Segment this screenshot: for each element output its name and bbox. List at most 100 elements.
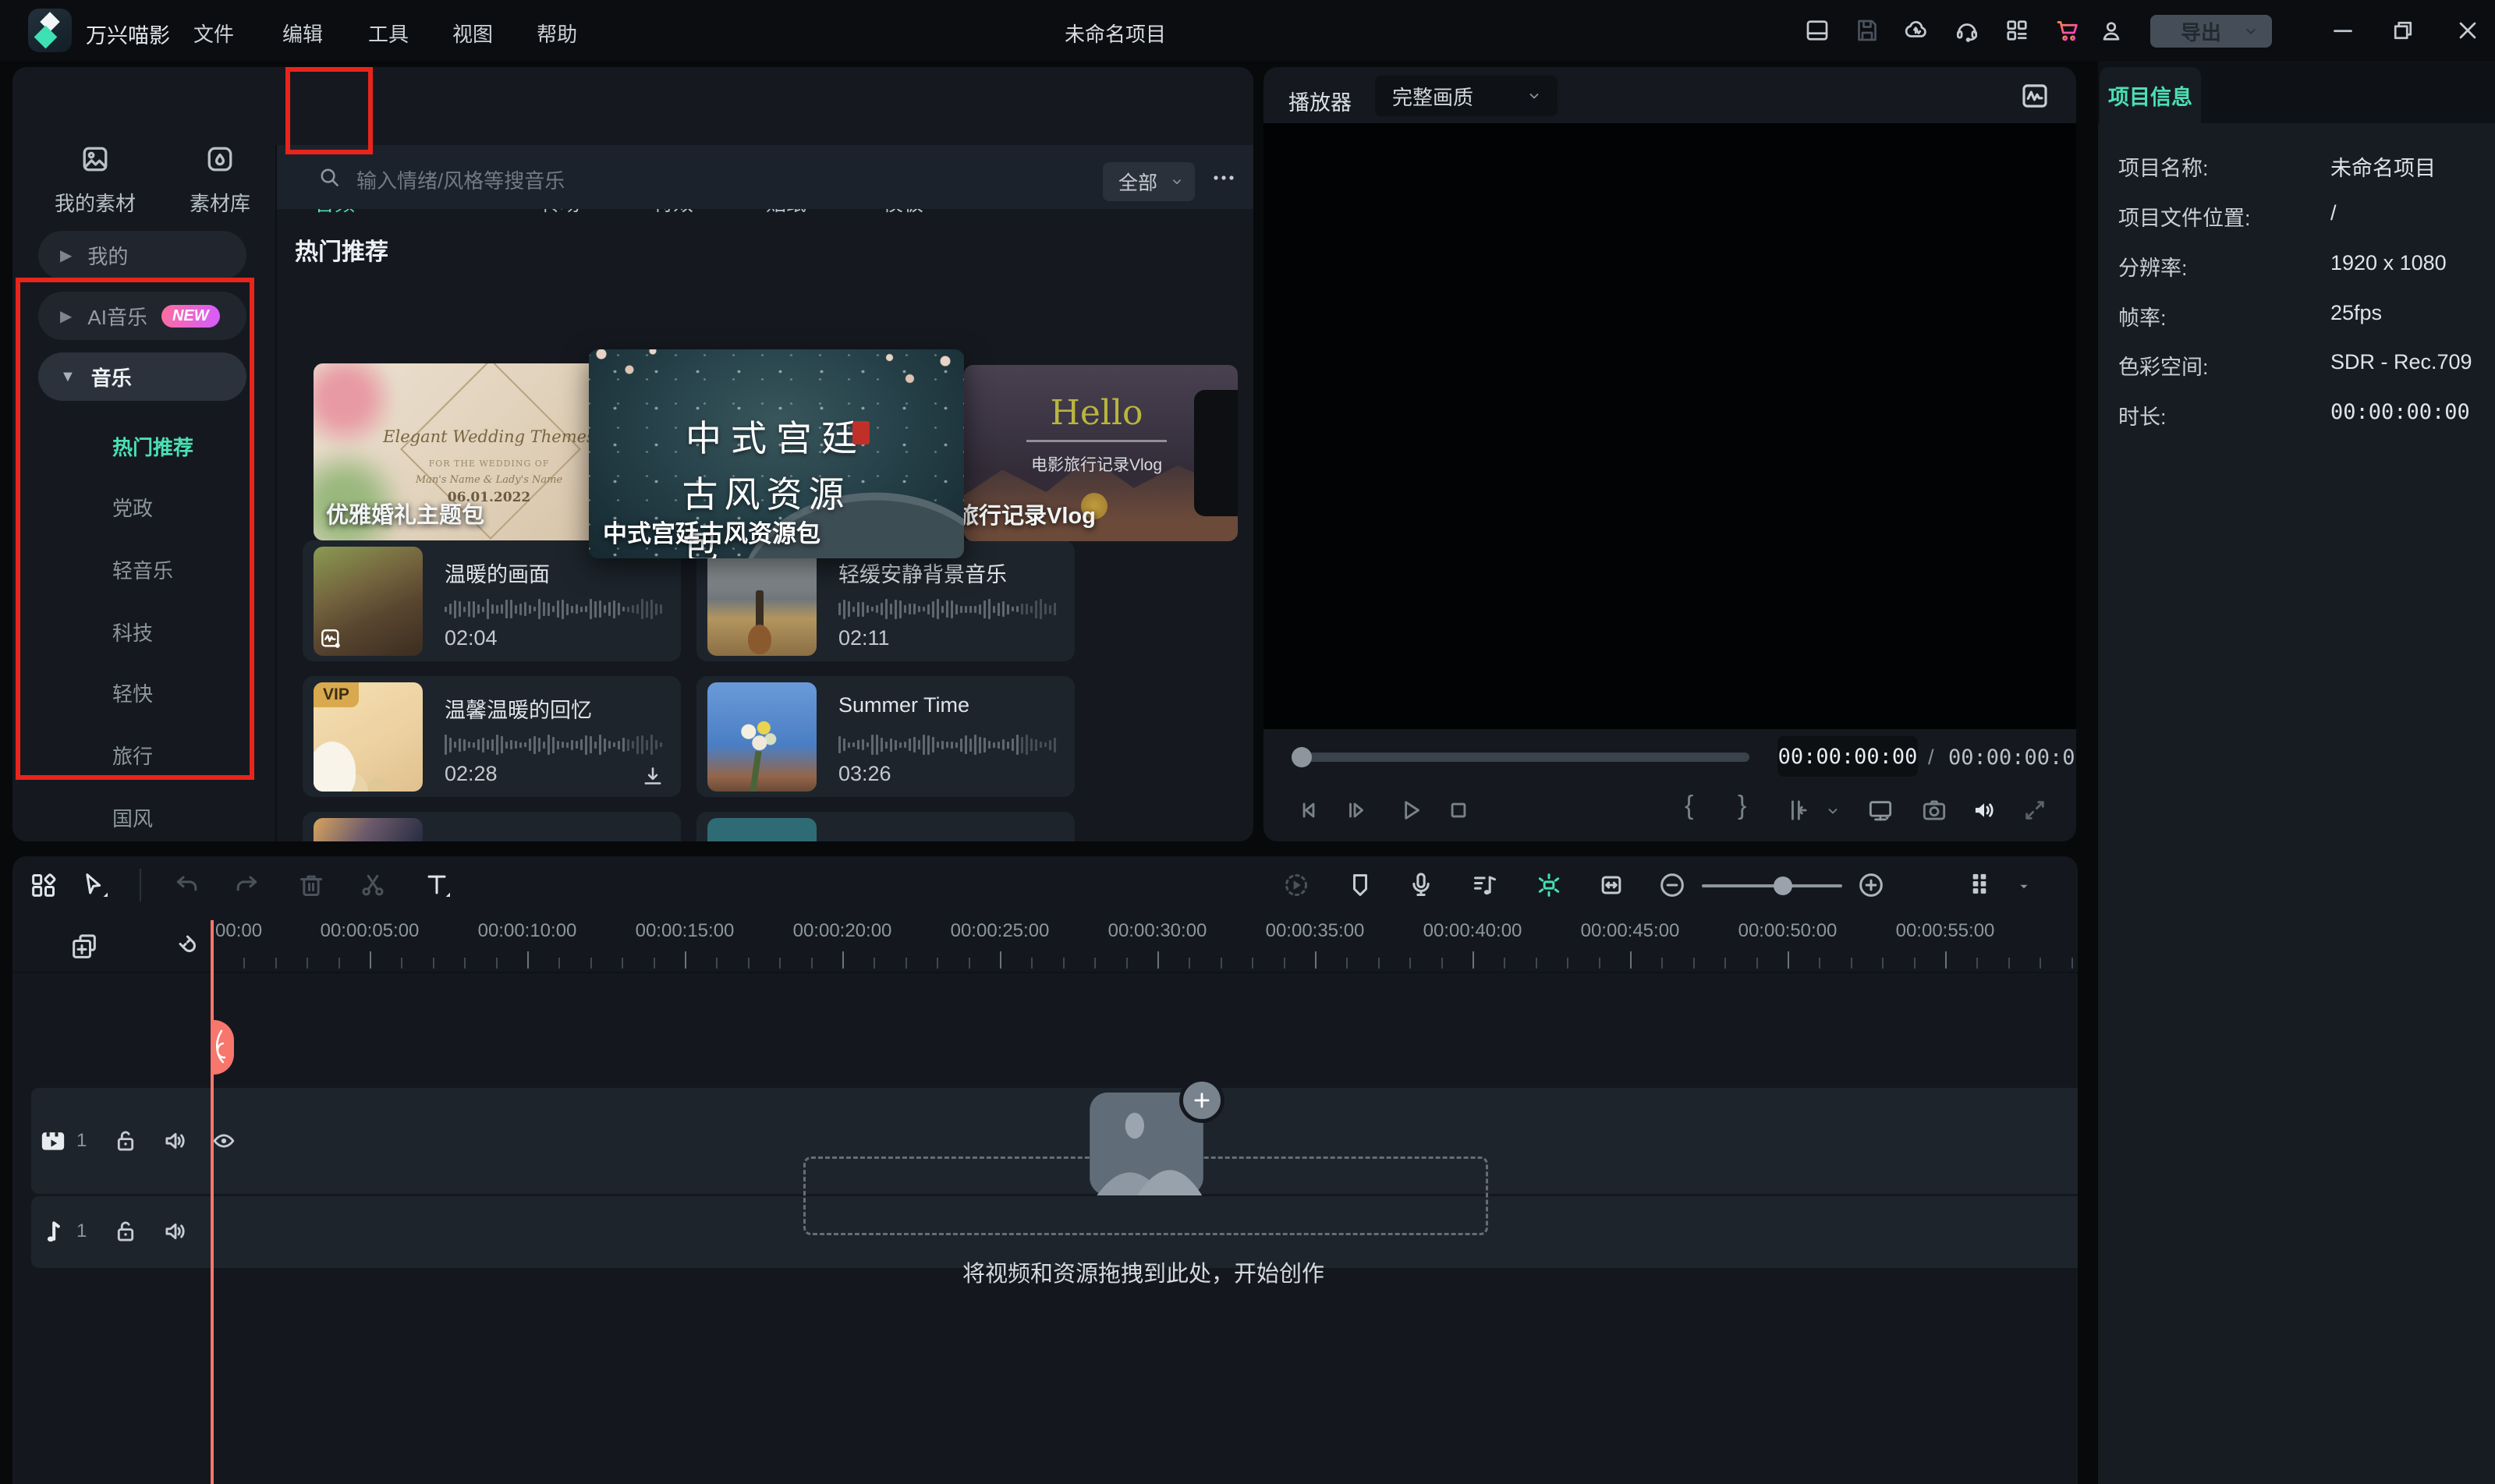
add-media-plus-badge[interactable] xyxy=(1179,1078,1224,1123)
beat-detect-icon[interactable] xyxy=(1469,870,1501,901)
split-scissors-icon[interactable] xyxy=(357,870,388,901)
sidebar-item-tech[interactable]: 科技 xyxy=(112,618,153,646)
player-seek-handle[interactable] xyxy=(1292,747,1312,767)
carousel-caption: 中式宫廷古风资源包 xyxy=(603,514,820,549)
more-options-icon[interactable] xyxy=(1210,168,1238,187)
delete-icon[interactable] xyxy=(296,870,327,901)
playhead-handle[interactable] xyxy=(214,1020,234,1075)
close-button[interactable] xyxy=(2454,16,2482,44)
music-card[interactable]: 温暖的画面 02:04 xyxy=(303,540,681,661)
zoom-out-icon[interactable] xyxy=(1657,870,1688,901)
info-label: 分辨率: xyxy=(2118,251,2188,282)
export-chevron-down-icon[interactable] xyxy=(2241,21,2261,41)
marker-icon[interactable] xyxy=(1345,870,1376,901)
sidebar-group-ai-music[interactable]: ▶ AI音乐 NEW xyxy=(38,292,246,340)
fit-timeline-icon[interactable] xyxy=(1596,870,1627,901)
timeline-ruler[interactable]: 00:0000:00:05:0000:00:10:0000:00:15:0000… xyxy=(12,920,2078,972)
ruler-tick-major xyxy=(1945,951,1947,969)
carousel-card-travel-vlog[interactable]: Hello 电影旅行记录Vlog 旅行记录Vlog xyxy=(964,365,1238,541)
audio-track-lock-icon[interactable] xyxy=(111,1217,140,1246)
sidebar-item-travel[interactable]: 旅行 xyxy=(112,741,153,770)
menu-help[interactable]: 帮助 xyxy=(523,19,591,48)
layout-panel-icon[interactable] xyxy=(1803,16,1831,44)
zoom-in-icon[interactable] xyxy=(1855,870,1887,901)
save-icon[interactable] xyxy=(1853,16,1881,44)
sidebar-item-hot[interactable]: 热门推荐 xyxy=(112,432,193,461)
restore-window-button[interactable] xyxy=(2389,16,2417,44)
stop-button[interactable] xyxy=(1444,795,1473,825)
redo-icon[interactable] xyxy=(231,870,262,901)
tab-project-info[interactable]: 项目信息 xyxy=(2100,67,2201,123)
carousel-card-chinese-palace[interactable]: 中式宫廷 古风资源包 中式宫廷古风资源包 xyxy=(589,349,964,558)
scope-view-icon[interactable] xyxy=(2018,80,2051,112)
drop-hint-text: 将视频和资源拖拽到此处，开始创作 xyxy=(962,1256,1324,1288)
user-account-icon[interactable] xyxy=(2097,16,2125,44)
sidebar-item-light-music[interactable]: 轻音乐 xyxy=(112,555,173,584)
volume-icon[interactable] xyxy=(1969,795,1999,825)
timeline-zoom-handle[interactable] xyxy=(1774,877,1792,895)
export-button[interactable]: 导出 xyxy=(2150,15,2272,48)
music-card-partial[interactable] xyxy=(303,812,681,841)
music-card-partial[interactable] xyxy=(696,812,1075,841)
vip-badge: VIP xyxy=(314,682,359,707)
download-icon[interactable] xyxy=(640,763,666,790)
music-card[interactable]: VIP 温馨温暖的回忆 02:28 xyxy=(303,676,681,797)
split-preview-icon[interactable] xyxy=(1782,795,1812,825)
menu-edit[interactable]: 编辑 xyxy=(268,19,337,48)
plus-icon xyxy=(1191,1089,1213,1111)
track-manager-caret-icon[interactable] xyxy=(2017,880,2031,894)
ruler-tick-major xyxy=(1788,951,1789,969)
info-label: 项目文件位置: xyxy=(2118,201,2251,232)
music-card[interactable]: 轻缓安静背景音乐 02:11 xyxy=(696,540,1075,661)
player-seekbar[interactable] xyxy=(1293,753,1749,762)
sidebar-item-party[interactable]: 党政 xyxy=(112,493,153,522)
audio-track-mute-icon[interactable] xyxy=(161,1217,190,1246)
menu-tools[interactable]: 工具 xyxy=(354,19,423,48)
chevron-down-icon[interactable] xyxy=(1823,802,1842,820)
play-button[interactable] xyxy=(1396,795,1426,825)
media-bin-icon[interactable] xyxy=(28,870,59,901)
quality-dropdown[interactable]: 完整画质 xyxy=(1375,76,1558,116)
timeline-zoom-slider[interactable] xyxy=(1702,884,1842,887)
menu-file[interactable]: 文件 xyxy=(179,19,248,48)
sidebar-group-mine[interactable]: ▶ 我的 xyxy=(38,231,246,279)
menu-view[interactable]: 视图 xyxy=(438,19,507,48)
music-thumbnail: VIP xyxy=(314,682,423,792)
search-input[interactable]: 输入情绪/风格等搜音乐 xyxy=(356,165,565,194)
render-preview-icon[interactable] xyxy=(1281,870,1312,901)
sidebar-group-music[interactable]: ▼ 音乐 xyxy=(38,352,246,401)
sidebar-item-upbeat[interactable]: 轻快 xyxy=(112,678,153,707)
snapshot-camera-icon[interactable] xyxy=(1919,795,1949,825)
music-title: 轻缓安静背景音乐 xyxy=(838,558,1007,588)
filter-dropdown[interactable]: 全部 xyxy=(1103,162,1195,201)
cart-icon[interactable] xyxy=(2054,16,2082,44)
music-title: 温馨温暖的回忆 xyxy=(445,693,592,724)
fullscreen-icon[interactable] xyxy=(2020,795,2050,825)
mark-out-button[interactable]: } xyxy=(1738,791,1746,821)
support-headset-icon[interactable] xyxy=(1953,16,1981,44)
video-track-mute-icon[interactable] xyxy=(161,1126,190,1156)
music-card[interactable]: Summer Time 03:26 xyxy=(696,676,1075,797)
text-tool-icon[interactable] xyxy=(421,870,452,901)
select-tool-icon[interactable] xyxy=(79,870,110,901)
record-voiceover-icon[interactable] xyxy=(1405,870,1437,901)
snap-highlight-icon[interactable] xyxy=(1533,870,1565,901)
ruler-tick-minor xyxy=(1882,958,1884,969)
cloud-sync-icon[interactable] xyxy=(1902,16,1930,44)
minimize-button[interactable] xyxy=(2329,16,2357,44)
ruler-tick-minor xyxy=(1126,958,1128,969)
track-manager-icon[interactable] xyxy=(1964,870,1995,901)
ruler-tick-minor xyxy=(969,958,970,969)
undo-icon[interactable] xyxy=(172,870,203,901)
mark-in-button[interactable]: { xyxy=(1685,791,1693,821)
timeline-panel: 00:0000:00:05:0000:00:10:0000:00:15:0000… xyxy=(12,856,2078,1484)
apps-grid-icon[interactable] xyxy=(2003,16,2031,44)
sidebar-item-guofeng[interactable]: 国风 xyxy=(112,803,153,832)
video-track-lock-icon[interactable] xyxy=(111,1126,140,1156)
ruler-tick-minor xyxy=(1441,958,1443,969)
next-frame-button[interactable] xyxy=(1343,795,1373,825)
previous-frame-button[interactable] xyxy=(1295,795,1325,825)
music-thumbnail xyxy=(707,547,817,656)
playhead-line[interactable] xyxy=(211,920,214,1484)
display-device-icon[interactable] xyxy=(1866,795,1895,825)
